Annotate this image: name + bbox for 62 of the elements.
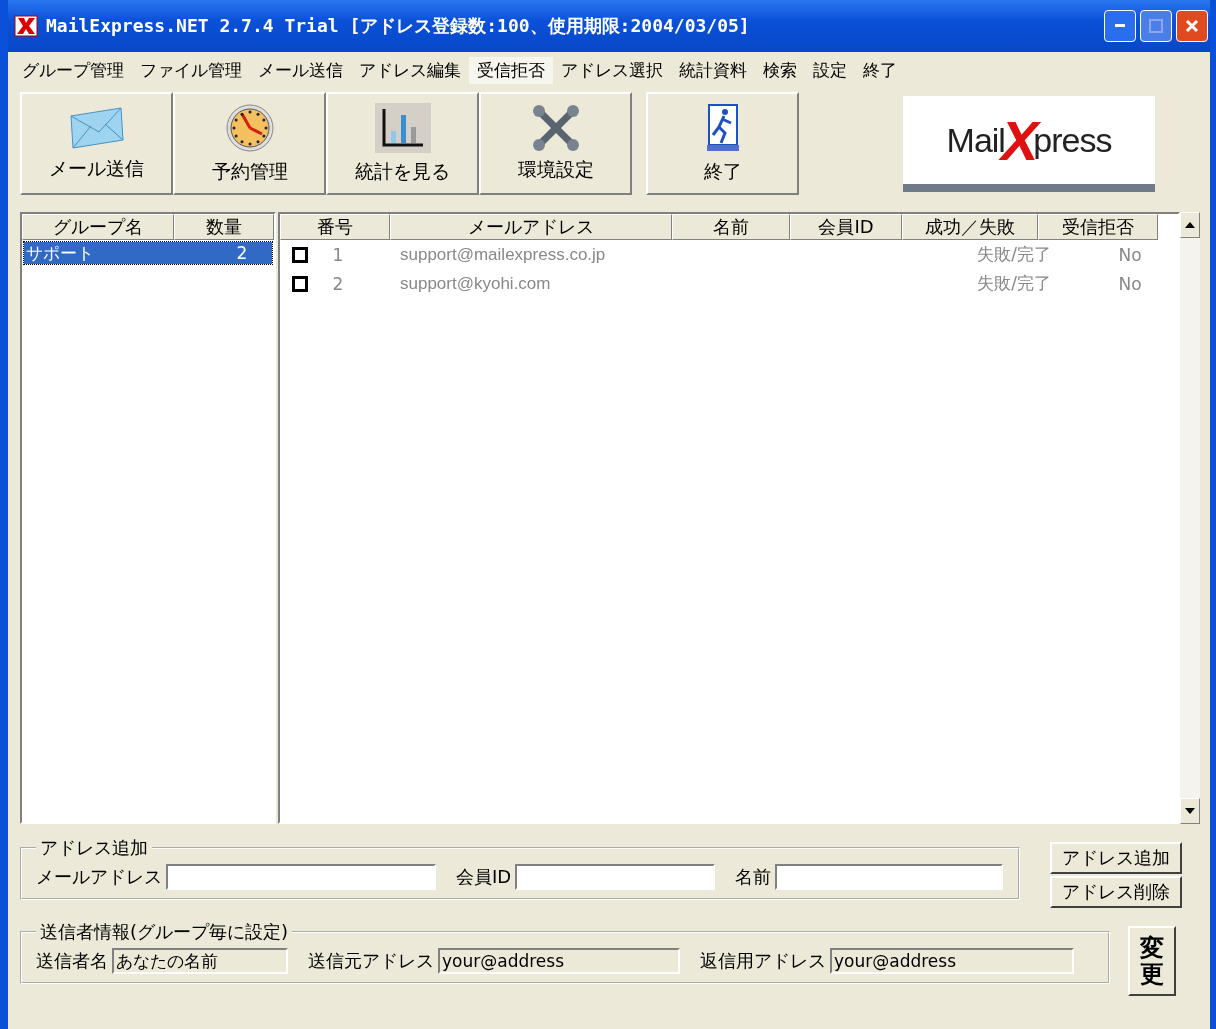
close-button[interactable] bbox=[1176, 10, 1208, 42]
minimize-button[interactable] bbox=[1104, 10, 1136, 42]
checkbox[interactable] bbox=[292, 275, 308, 292]
menu-item[interactable]: 受信拒否 bbox=[469, 56, 553, 84]
table-cell-text: support@kyohi.com bbox=[399, 273, 552, 294]
table-cell-text: support@mailexpress.co.jp bbox=[399, 244, 607, 265]
scrollbar[interactable] bbox=[1180, 212, 1200, 824]
field-label: 名前 bbox=[735, 865, 772, 889]
menu-item[interactable]: メール送信 bbox=[250, 56, 351, 84]
app-x-icon bbox=[14, 15, 38, 37]
group-label: 送信者情報(グループ毎に設定) bbox=[39, 920, 290, 944]
close-icon bbox=[1185, 19, 1199, 33]
field-label: 会員ID bbox=[456, 865, 512, 889]
tools-icon bbox=[530, 104, 581, 151]
toolbar-button[interactable]: 統計を見る bbox=[326, 92, 479, 195]
field-label: メールアドレス bbox=[36, 865, 162, 889]
table-cell-text: 失敗/完了 bbox=[976, 243, 1052, 266]
input-field[interactable] bbox=[515, 864, 716, 890]
column-header[interactable]: 会員ID bbox=[790, 214, 902, 240]
maximize-icon bbox=[1149, 19, 1163, 33]
column-header[interactable]: 番号 bbox=[280, 214, 390, 240]
menu-item[interactable]: 検索 bbox=[755, 56, 805, 84]
input-field[interactable] bbox=[775, 864, 1004, 890]
toolbar-button[interactable]: メール送信 bbox=[20, 92, 173, 195]
checkbox[interactable] bbox=[292, 246, 308, 263]
input-field[interactable] bbox=[166, 864, 436, 890]
field-label: 送信元アドレス bbox=[308, 949, 434, 973]
change-button[interactable]: 変更 bbox=[1128, 926, 1176, 996]
action-button[interactable]: アドレス追加 bbox=[1050, 842, 1182, 874]
column-header[interactable]: 成功／失敗 bbox=[902, 214, 1038, 240]
column-header[interactable]: グループ名 bbox=[22, 214, 174, 240]
group-label: アドレス追加 bbox=[39, 836, 149, 860]
field-label: 返信用アドレス bbox=[700, 949, 826, 973]
menu-item[interactable]: グループ管理 bbox=[14, 56, 132, 84]
action-button[interactable]: アドレス削除 bbox=[1050, 876, 1182, 908]
toolbar-button[interactable]: 環境設定 bbox=[479, 92, 632, 195]
window-title: MailExpress.NET 2.7.4 Trial [アドレス登録数:100、使用期限:2004/03/05] bbox=[46, 14, 750, 38]
column-header[interactable]: メールアドレス bbox=[390, 214, 672, 240]
field-label: 送信者名 bbox=[36, 949, 108, 973]
table-cell-text: 1 bbox=[331, 244, 345, 265]
menu-item[interactable]: アドレス編集 bbox=[351, 56, 469, 84]
column-header[interactable]: 名前 bbox=[672, 214, 790, 240]
bar-chart-icon bbox=[374, 102, 431, 153]
group-row[interactable]: サポート 2 bbox=[24, 242, 272, 264]
menu-item[interactable]: 終了 bbox=[855, 56, 905, 84]
clock-icon bbox=[224, 102, 275, 153]
toolbar-button[interactable]: 終了 bbox=[646, 92, 799, 195]
table-cell-text: No bbox=[1117, 244, 1143, 265]
menu-item[interactable]: 統計資料 bbox=[671, 56, 755, 84]
toolbar-button[interactable]: 予約管理 bbox=[173, 92, 326, 195]
table-cell-text: 失敗/完了 bbox=[976, 272, 1052, 295]
menu-item[interactable]: 設定 bbox=[805, 56, 855, 84]
minimize-icon bbox=[1115, 24, 1125, 28]
logo: MailXpress bbox=[903, 96, 1155, 192]
running-person-exit-icon bbox=[704, 102, 741, 153]
column-header[interactable]: 数量 bbox=[174, 214, 274, 240]
menu-item[interactable]: ファイル管理 bbox=[132, 56, 250, 84]
table-cell-text: No bbox=[1117, 273, 1143, 294]
menu-item[interactable]: アドレス選択 bbox=[553, 56, 671, 84]
envelope-icon bbox=[68, 105, 125, 150]
column-header[interactable]: 受信拒否 bbox=[1038, 214, 1158, 240]
table-cell-text: 2 bbox=[331, 273, 345, 294]
